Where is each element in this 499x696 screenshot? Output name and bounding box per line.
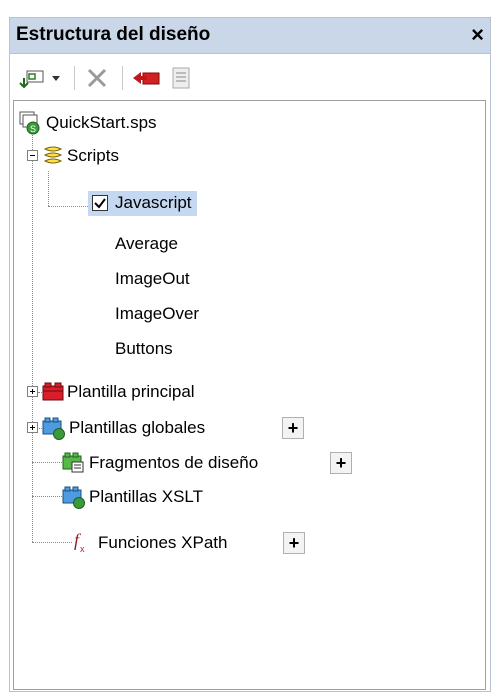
add-component-button[interactable] [18,65,68,91]
tree-guide-line [32,462,62,463]
tree-guide-line [48,206,88,207]
tree-item-xpath-functions[interactable]: f x Funciones XPath [72,529,292,555]
tree-guide-line [32,496,62,497]
tree-item-xslt-templates[interactable]: Plantillas XSLT [62,485,262,509]
toolbar [10,54,490,100]
tree-label-xslt-templates: Plantillas XSLT [89,487,204,506]
global-templates-icon [42,417,65,440]
collapse-toggle-scripts[interactable] [27,150,38,161]
tree-guide-line [32,129,33,462]
tree-item-average[interactable]: Average [115,234,178,254]
tree-item-root[interactable]: S QuickStart.sps [19,111,219,135]
add-dropdown-icon [19,70,60,89]
remove-button[interactable] [130,65,162,91]
tree-label-global-templates: Plantillas globales [69,418,206,437]
tree-item-imageover[interactable]: ImageOver [115,304,199,324]
xpath-function-icon: f x [74,530,85,554]
panel-title: Estructura del diseño [16,24,211,45]
main-template-icon [42,382,64,401]
tree-label-root: QuickStart.sps [46,113,157,132]
properties-button[interactable] [166,65,196,91]
design-tree: S QuickStart.sps Scripts Javascript Aver… [13,100,486,690]
delete-button[interactable] [82,65,112,91]
add-design-fragment-button[interactable]: + [330,452,352,474]
tree-label-xpath-functions: Funciones XPath [98,533,228,552]
design-structure-panel: Estructura del diseño × S QuickStart.sps… [9,17,491,692]
tree-item-scripts[interactable]: Scripts [42,145,182,167]
tree-guide-line [32,462,33,542]
tree-guide-line [48,171,49,206]
add-xpath-function-button[interactable]: + [283,532,305,554]
tree-label-design-fragments: Fragmentos de diseño [89,453,259,472]
tree-item-buttons[interactable]: Buttons [115,339,173,359]
design-fragments-icon [62,452,84,473]
svg-text:x: x [80,544,85,554]
delete-icon [87,68,107,88]
svg-text:S: S [30,124,36,134]
toolbar-separator [74,66,75,90]
close-icon[interactable]: × [471,22,484,48]
tree-label-scripts: Scripts [67,146,119,165]
expand-toggle-main-template[interactable] [27,386,38,397]
add-global-template-button[interactable]: + [282,417,304,439]
tree-item-javascript-selection: Javascript [88,191,197,216]
tree-label-javascript: Javascript [115,193,192,212]
tree-item-javascript[interactable]: Javascript [88,191,238,219]
remove-icon [133,72,160,85]
expand-toggle-global-templates[interactable] [27,422,38,433]
panel-titlebar: Estructura del diseño × [10,18,490,54]
tree-guide-line [32,542,72,543]
tree-item-imageout[interactable]: ImageOut [115,269,190,289]
scripts-icon [43,146,63,164]
toolbar-separator [122,66,123,90]
tree-item-global-templates[interactable]: Plantillas globales [42,416,282,440]
sps-file-icon: S [19,111,40,135]
tree-item-main-template[interactable]: Plantilla principal [42,381,272,403]
xslt-templates-icon [62,486,85,509]
tree-item-design-fragments[interactable]: Fragmentos de diseño [62,451,322,475]
checkbox-checked-icon[interactable] [92,195,108,211]
properties-icon [172,67,190,89]
tree-label-main-template: Plantilla principal [67,382,195,401]
